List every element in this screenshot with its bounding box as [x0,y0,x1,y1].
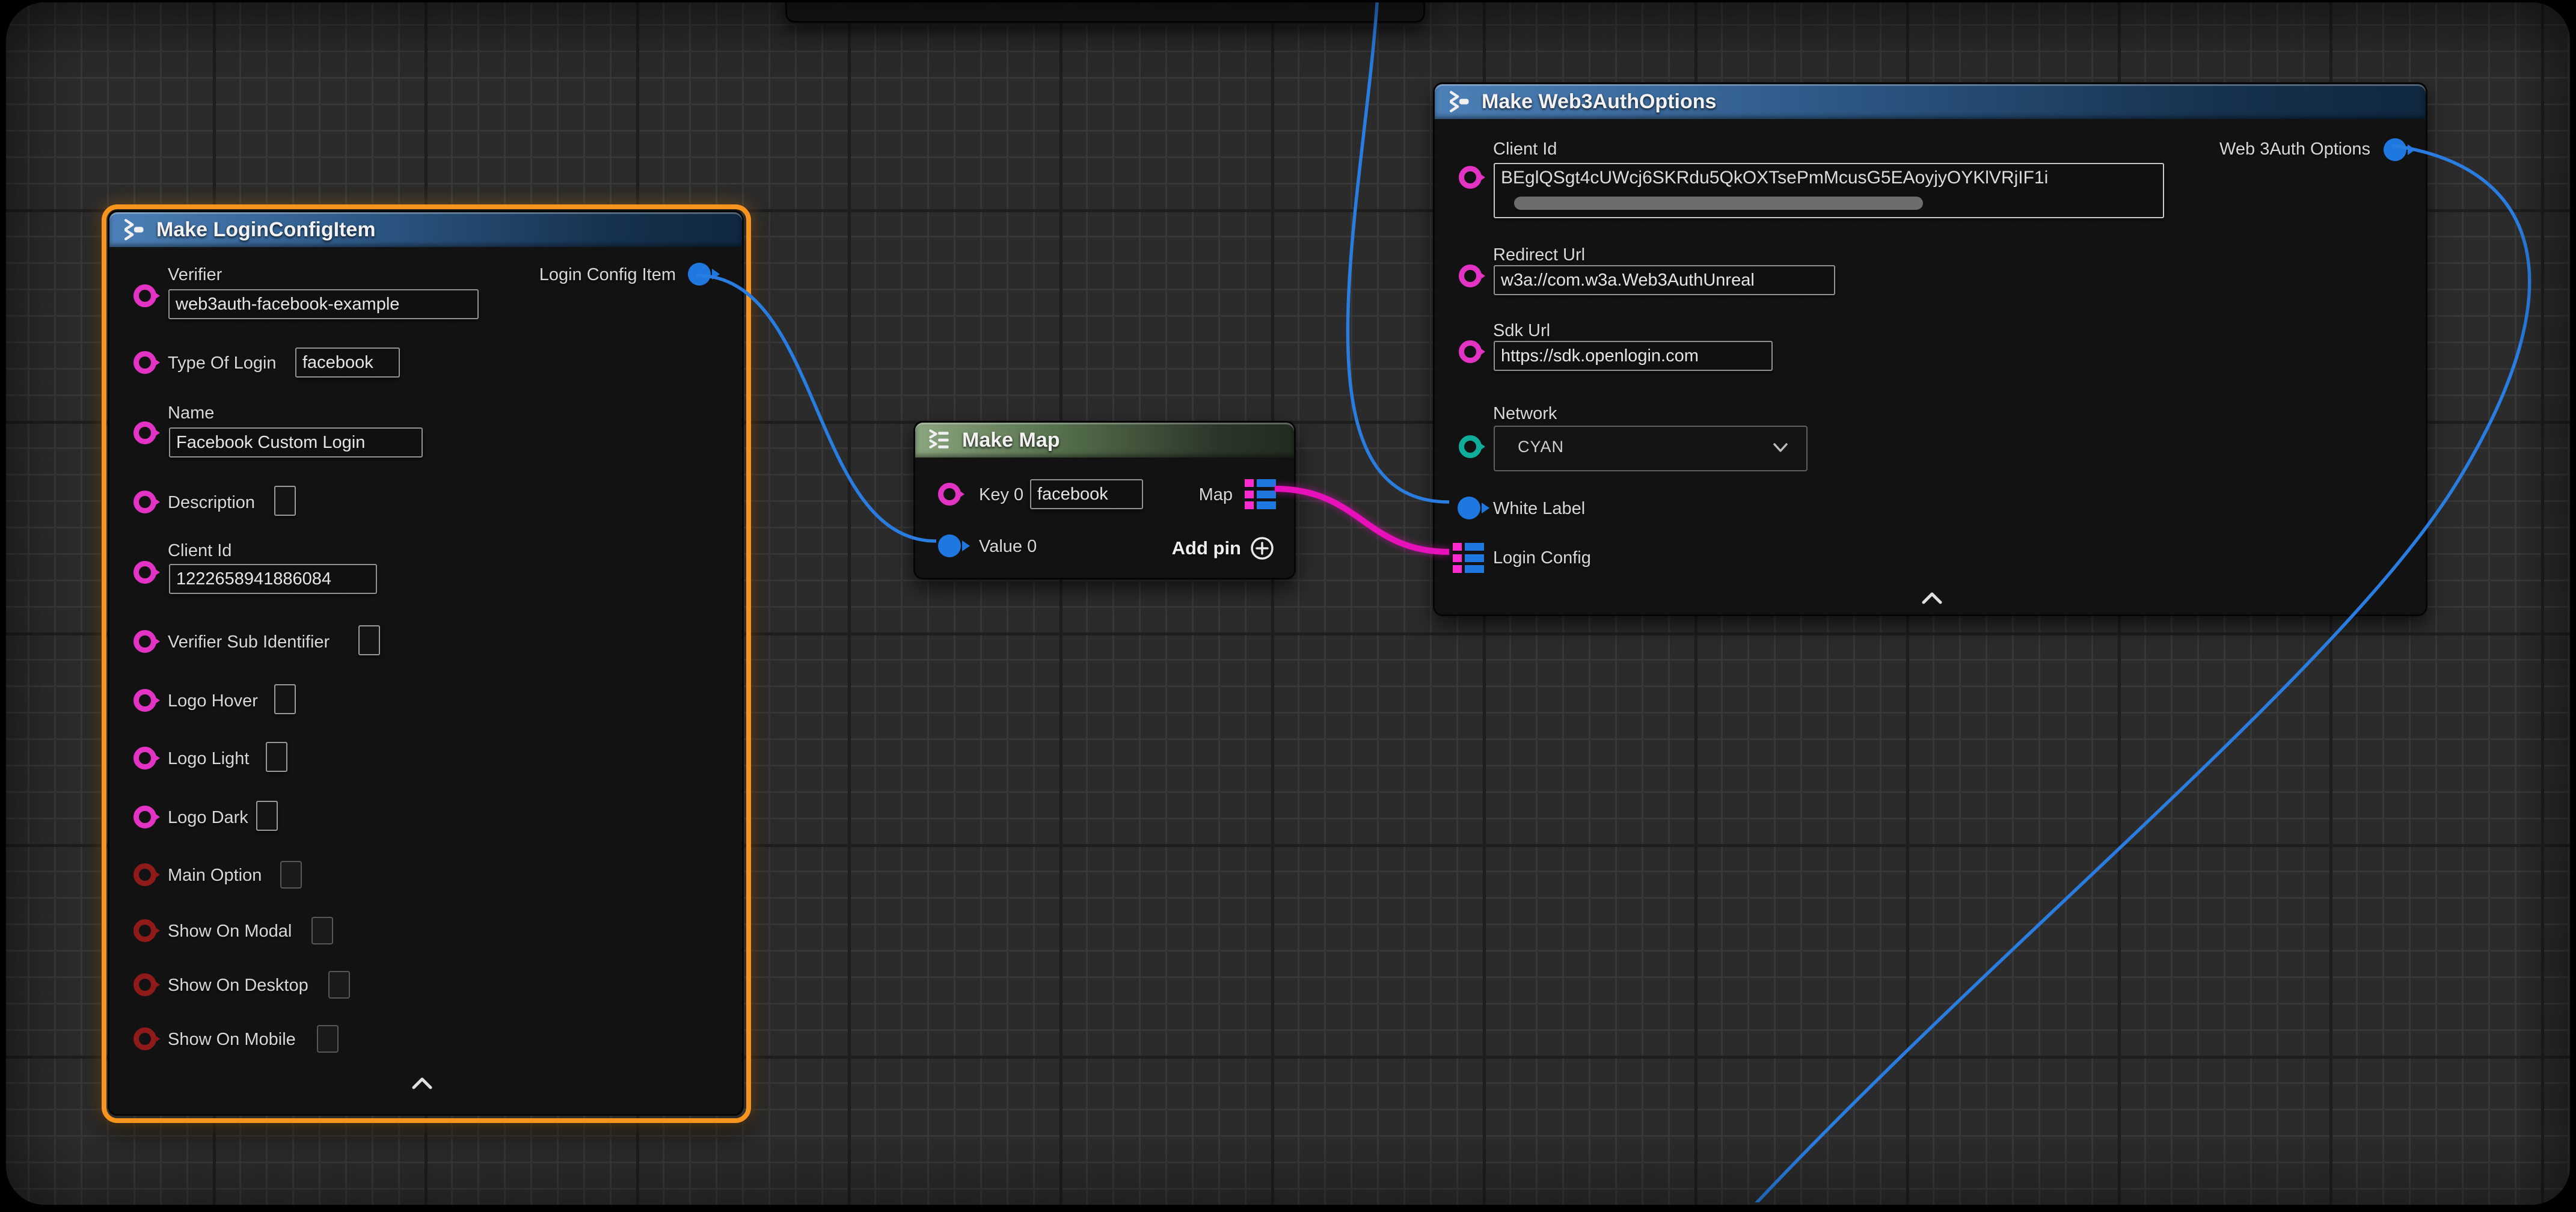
pin-type-of-login[interactable] [133,351,156,374]
label-redirect-url: Redirect Url [1493,245,1585,265]
client-id-box[interactable]: BEglQSgt4cUWcj6SKRdu5QkOXTsePmMcusG5EAoy… [1494,163,2164,218]
pin-verifier-sub-identifier[interactable] [133,630,156,653]
label-white-label: White Label [1493,499,1585,519]
pin-client-id[interactable] [133,561,156,584]
pin-show-on-desktop[interactable] [133,973,156,996]
make-struct-icon [120,216,147,243]
pin-network[interactable] [1459,435,1482,458]
label-client-id: Client Id [1493,139,1557,159]
label-sdk-url: Sdk Url [1493,321,1550,341]
main-option-checkbox[interactable] [280,861,302,889]
node-make-map[interactable]: Make Map Key 0 Map Value 0 Add pin [913,421,1296,580]
redirect-url-input[interactable] [1494,265,1835,295]
client-id-input[interactable] [169,564,377,594]
pin-logo-dark[interactable] [133,806,156,828]
pin-login-config-item-out[interactable] [688,263,711,286]
add-pin-button[interactable]: Add pin [1172,536,1275,561]
node-make-web3authoptions[interactable]: Make Web3AuthOptions Web 3Auth Options C… [1433,82,2427,616]
key-0-input[interactable] [1030,479,1143,509]
pin-logo-hover[interactable] [133,689,156,712]
pin-map-out[interactable] [1245,479,1276,509]
output-label-map: Map [1199,485,1233,505]
node-header[interactable]: Make Web3AuthOptions [1435,84,2426,119]
pin-show-on-mobile[interactable] [133,1027,156,1050]
label-logo-light: Logo Light [168,749,249,769]
collapse-caret[interactable] [410,1076,434,1091]
label-logo-hover: Logo Hover [168,691,258,711]
label-show-on-modal: Show On Modal [168,922,292,941]
label-name: Name [168,403,214,423]
label-show-on-desktop: Show On Desktop [168,976,308,996]
node-title: Make LoginConfigItem [156,218,376,242]
client-id-scrollbar[interactable] [1514,197,1923,210]
name-input[interactable] [169,427,423,458]
label-type-of-login: Type Of Login [168,354,277,373]
show-on-modal-checkbox[interactable] [311,917,333,944]
output-label-login-config-item: Login Config Item [539,265,676,285]
pin-verifier[interactable] [133,284,156,307]
make-struct-icon [1446,88,1472,115]
pin-key-0[interactable] [938,483,961,506]
graph-canvas[interactable]: Make LoginConfigItem Login Config Item V… [6,2,2570,1205]
pin-sdk-url[interactable] [1459,340,1482,363]
label-network: Network [1493,404,1557,424]
logo-hover-input[interactable] [274,684,296,714]
pin-show-on-modal[interactable] [133,919,156,942]
type-of-login-input[interactable] [295,347,400,378]
show-on-mobile-checkbox[interactable] [317,1025,339,1053]
logo-dark-input[interactable] [256,801,278,831]
pin-value-0[interactable] [938,534,961,557]
label-logo-dark: Logo Dark [168,808,248,828]
network-dropdown[interactable]: CYAN [1494,426,1808,471]
label-value-0: Value 0 [979,537,1037,557]
logo-light-input[interactable] [266,742,287,772]
sdk-url-input[interactable] [1494,341,1773,371]
pin-name[interactable] [133,421,156,444]
offscreen-node-top[interactable] [785,2,1425,23]
node-title: Make Map [962,429,1060,452]
verifier-input[interactable] [168,289,479,319]
node-header[interactable]: Make Map [915,423,1294,458]
pin-white-label[interactable] [1458,497,1480,519]
pin-description[interactable] [133,491,156,513]
network-selected-value: CYAN [1518,438,1564,456]
add-pin-label: Add pin [1172,537,1241,559]
add-pin-plus-icon [1250,536,1275,561]
label-client-id: Client Id [168,541,232,561]
pin-logo-light[interactable] [133,747,156,770]
make-map-icon [926,427,952,453]
pin-redirect-url[interactable] [1459,265,1482,287]
node-title: Make Web3AuthOptions [1482,90,1716,114]
show-on-desktop-checkbox[interactable] [328,971,350,999]
chevron-down-icon [1771,441,1789,454]
pin-login-config[interactable] [1453,543,1484,573]
pin-web3auth-options-out[interactable] [2384,138,2406,161]
node-make-loginconfigitem[interactable]: Make LoginConfigItem Login Config Item V… [108,210,744,1116]
label-description: Description [168,493,255,513]
pin-main-option[interactable] [133,863,156,886]
client-id-text[interactable]: BEglQSgt4cUWcj6SKRdu5QkOXTsePmMcusG5EAoy… [1501,168,2159,194]
collapse-caret[interactable] [1920,590,1944,606]
label-main-option: Main Option [168,866,262,886]
label-verifier: Verifier [168,265,222,285]
wire-map-to-loginconfig [1275,489,1449,552]
output-label-web3auth-options: Web 3Auth Options [2219,139,2370,159]
node-header[interactable]: Make LoginConfigItem [109,212,742,247]
label-login-config: Login Config [1493,548,1591,568]
verifier-sub-identifier-input[interactable] [358,625,380,655]
blueprint-editor-frame: Make LoginConfigItem Login Config Item V… [0,0,2576,1212]
label-verifier-sub-identifier: Verifier Sub Identifier [168,632,330,652]
description-input[interactable] [274,486,296,516]
label-key-0: Key 0 [979,485,1023,505]
node-make-loginconfigitem-selection: Make LoginConfigItem Login Config Item V… [102,204,751,1123]
pin-client-id[interactable] [1459,166,1482,189]
label-show-on-mobile: Show On Mobile [168,1030,296,1050]
